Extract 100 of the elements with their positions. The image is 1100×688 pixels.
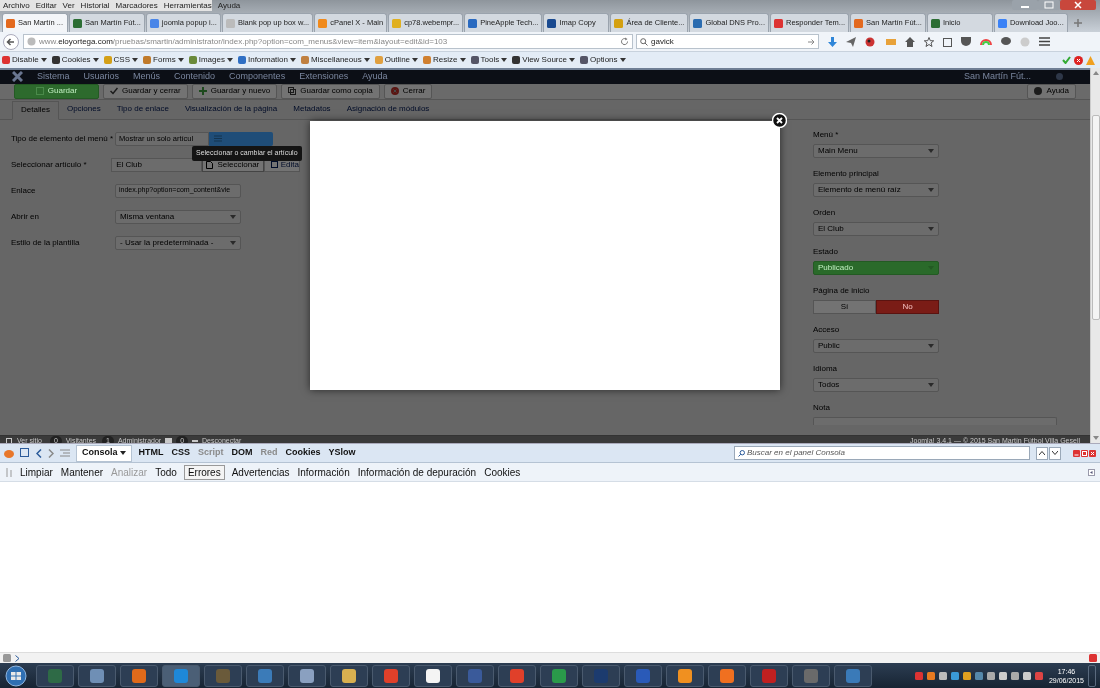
- filter-button[interactable]: Errores: [183, 464, 225, 480]
- close-icon: [772, 113, 787, 128]
- nav-item[interactable]: Menús: [133, 70, 161, 84]
- panel-tab[interactable]: HTML: [137, 446, 165, 460]
- select-field[interactable]: Todos: [813, 377, 939, 392]
- nav-item[interactable]: Extensiones: [299, 70, 349, 84]
- addon-menu[interactable]: Information: [237, 56, 296, 64]
- caret-icon: [459, 58, 466, 62]
- addon-menu[interactable]: Options: [579, 56, 626, 64]
- select-field[interactable]: Public: [813, 338, 939, 353]
- filter-button[interactable]: Información de depuración: [356, 464, 478, 480]
- nav-item[interactable]: Contenido: [174, 70, 216, 84]
- panel-tab[interactable]: CSS: [170, 446, 192, 460]
- taskbar-button[interactable]: [330, 664, 368, 687]
- filter-button[interactable]: Cookies: [483, 464, 522, 480]
- search-field[interactable]: Buscar en el panel Consola: [734, 446, 1030, 460]
- up-button[interactable]: [1036, 446, 1048, 460]
- select-button[interactable]: [209, 131, 273, 146]
- field-label: Menú *: [813, 128, 840, 141]
- inspect-icon: [20, 448, 30, 458]
- addon-menu[interactable]: Forms: [143, 56, 184, 64]
- field-label: Seleccionar artículo *: [11, 158, 88, 171]
- site-icon: [693, 18, 703, 28]
- menu-item[interactable]: Ayuda: [217, 1, 241, 10]
- expand-icon: [1088, 468, 1095, 476]
- menu-item[interactable]: Archivo: [3, 1, 30, 10]
- nav-item[interactable]: Componentes: [229, 70, 286, 84]
- select-field[interactable]: Elemento de menú raíz: [813, 182, 939, 197]
- caret-icon: [928, 343, 934, 348]
- text-field[interactable]: El Club: [111, 157, 203, 172]
- menu-item[interactable]: Historial: [80, 1, 110, 10]
- menu-item[interactable]: Ver: [62, 1, 75, 10]
- tool-icon: [2, 56, 10, 64]
- menu-item[interactable]: Marcadores: [115, 1, 158, 10]
- addon-menu[interactable]: Miscellaneous: [301, 56, 370, 64]
- site-icon: [6, 18, 15, 28]
- filter-button[interactable]: Todo: [154, 464, 178, 480]
- arrow-icon: [807, 37, 815, 46]
- nav-item[interactable]: Ayuda: [362, 70, 388, 84]
- show-desktop-button[interactable]: [1088, 664, 1096, 687]
- scrollbar-thumb[interactable]: [1091, 115, 1100, 320]
- site-link[interactable]: San Martín Fút...: [963, 70, 1031, 84]
- taskbar-button[interactable]: [666, 664, 704, 687]
- addon-menu[interactable]: Outline: [374, 56, 419, 64]
- up-icon: [1039, 451, 1045, 455]
- toggle-option[interactable]: No: [876, 299, 939, 314]
- taskbar-button[interactable]: [414, 664, 452, 687]
- select-field[interactable]: - Usar la predeterminada -: [115, 235, 241, 250]
- select-field[interactable]: Misma ventana: [115, 209, 241, 224]
- menu-item[interactable]: Editar: [35, 1, 57, 10]
- nav-item[interactable]: Usuarios: [83, 70, 120, 84]
- home-icon: [905, 36, 915, 47]
- panel-tab[interactable]: DOM: [230, 446, 254, 460]
- field-label: Tipo de elemento del menú *: [11, 132, 114, 145]
- taskbar-button[interactable]: [288, 664, 326, 687]
- app-icon: [509, 667, 525, 684]
- addon-menu[interactable]: Images: [188, 56, 233, 64]
- warning-icon: [1086, 55, 1095, 65]
- site-icon: [149, 18, 159, 28]
- rainbow-icon: [980, 38, 992, 45]
- nav-item[interactable]: Sistema: [37, 70, 70, 84]
- addon-menu[interactable]: Resize: [423, 56, 466, 64]
- filter-button[interactable]: Advertencias: [230, 464, 291, 480]
- down-button[interactable]: [1049, 446, 1061, 460]
- list-icon: [214, 135, 222, 142]
- addon-menu[interactable]: Cookies: [51, 56, 99, 64]
- app-icon: [635, 667, 651, 684]
- site-icon: [854, 18, 864, 28]
- close-icon: [1089, 449, 1096, 457]
- select-field[interactable]: Publicado: [813, 260, 939, 275]
- panel-tab[interactable]: YSlow: [327, 446, 357, 460]
- toggle-option[interactable]: Sí: [813, 299, 876, 314]
- address-field[interactable]: www.eloyortega.com/pruebas/smartin/administrator/index.php?option=com_menus&view=item&layout=edit&id=103: [23, 34, 633, 49]
- addon-menu[interactable]: CSS: [103, 56, 139, 64]
- tab[interactable]: Detalles: [12, 100, 59, 120]
- menu-item[interactable]: Herramientas: [163, 1, 212, 10]
- maximize-icon: [1038, 0, 1060, 10]
- tool-icon: [103, 56, 112, 64]
- filter-button[interactable]: Limpiar: [19, 464, 54, 480]
- app-icon: [383, 667, 399, 684]
- search-field[interactable]: gavick: [636, 34, 819, 49]
- addon-menu[interactable]: View Source: [512, 56, 575, 64]
- filter-button[interactable]: Mantener: [59, 464, 105, 480]
- site-icon: [392, 18, 402, 28]
- select-field[interactable]: El Club: [813, 221, 939, 236]
- document-icon: [206, 160, 214, 169]
- addon-menu[interactable]: Disable: [2, 56, 47, 64]
- chat-icon: [1001, 37, 1011, 46]
- app-icon: [131, 667, 147, 684]
- field-label: Orden: [813, 206, 837, 219]
- back-icon: [2, 33, 20, 50]
- download-icon: [828, 36, 837, 47]
- detach-icon: [1081, 449, 1088, 457]
- close-icon: [1060, 0, 1096, 10]
- addon-menu[interactable]: Tools: [470, 56, 508, 64]
- select-field[interactable]: Main Menu: [813, 143, 939, 158]
- panel-tab[interactable]: Consola: [76, 444, 132, 462]
- filter-button[interactable]: Información: [296, 464, 351, 480]
- panel-tab[interactable]: Cookies: [284, 446, 322, 460]
- tool-icon: [51, 56, 60, 64]
